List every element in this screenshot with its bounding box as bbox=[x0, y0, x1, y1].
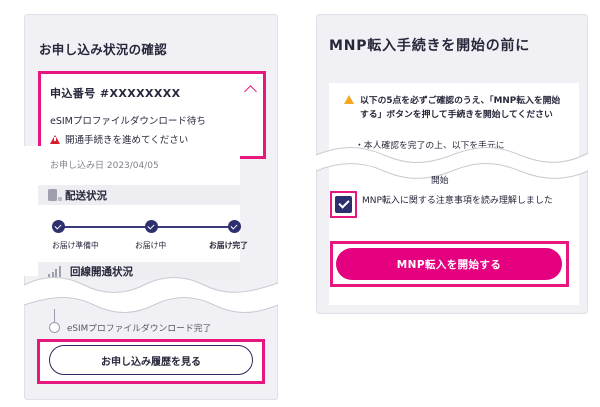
agree-checkbox[interactable] bbox=[335, 196, 352, 213]
phone-delivery-icon bbox=[48, 189, 62, 201]
activation-step-indicator bbox=[49, 322, 60, 333]
activation-warning: 開通手続きを進めてください bbox=[50, 132, 188, 146]
panel-title: MNP転入手続きを開始の前に bbox=[329, 38, 531, 54]
delivery-status-label: 配送状況 bbox=[65, 189, 107, 202]
alert-triangle-icon bbox=[50, 134, 60, 144]
agree-checkbox-label[interactable]: MNP転入に関する注意事項を読み理解しました bbox=[362, 194, 562, 209]
order-date: お申し込み日 2023/04/05 bbox=[50, 161, 159, 171]
check-icon bbox=[228, 220, 241, 233]
delivery-step-label: お届け中 bbox=[135, 241, 167, 250]
check-icon bbox=[145, 220, 158, 233]
delivery-step-label: お届け完了 bbox=[209, 241, 248, 250]
application-status-text: eSIMプロファイルダウンロード待ち bbox=[50, 116, 206, 127]
chevron-up-icon[interactable] bbox=[244, 85, 257, 98]
kaishi-label: 開始 bbox=[431, 176, 449, 186]
mnp-notice-text: 以下の5点を必ずご確認のうえ、「MNP転入を開始する」ボタンを押して手続きを開始… bbox=[360, 96, 561, 120]
check-icon bbox=[52, 220, 65, 233]
activation-step-connector bbox=[54, 309, 55, 323]
start-mnp-button[interactable]: MNP転入を開始する bbox=[336, 248, 562, 280]
activation-warning-text: 開通手続きを進めてください bbox=[65, 135, 189, 146]
warning-icon bbox=[344, 95, 354, 104]
section-break-wave bbox=[24, 277, 278, 313]
view-application-history-button[interactable]: お申し込み履歴を見る bbox=[49, 345, 253, 375]
delivery-status-heading: 配送状況 bbox=[38, 185, 240, 205]
delivery-step-label: お届け準備中 bbox=[52, 241, 99, 250]
esim-download-complete-step: eSIMプロファイルダウンロード完了 bbox=[67, 324, 212, 334]
panel-title: お申し込み状況の確認 bbox=[39, 42, 168, 57]
application-number: 申込番号 #XXXXXXXX bbox=[50, 87, 181, 100]
section-break-wave bbox=[316, 147, 588, 179]
